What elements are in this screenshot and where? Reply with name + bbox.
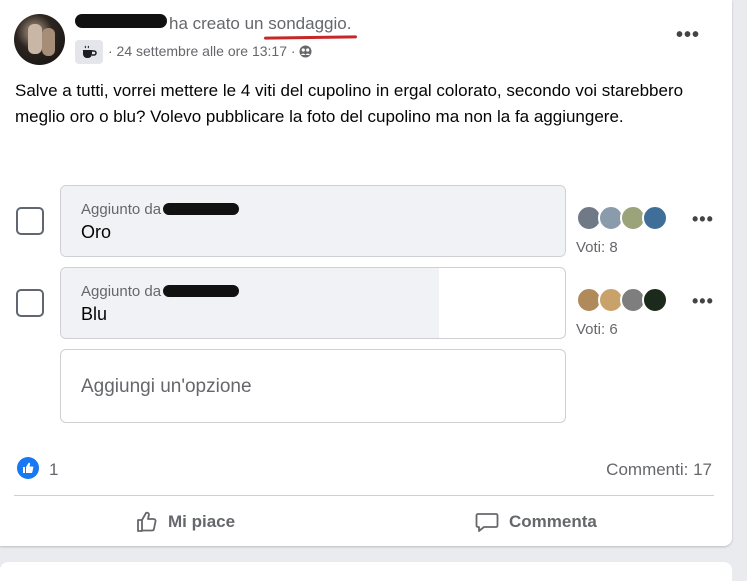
header-action-text: ha creato un: [169, 14, 269, 33]
thumbs-up-icon: [137, 511, 157, 532]
next-post-card: [0, 562, 732, 581]
author-avatar[interactable]: [14, 14, 65, 65]
added-by-text: Aggiunto da: [81, 201, 240, 218]
poll-option-oro[interactable]: Aggiunto da Oro: [60, 185, 566, 257]
voter-avatar[interactable]: [642, 205, 668, 231]
vote-count[interactable]: Voti: 6: [576, 321, 618, 338]
poll-option-label: Blu: [81, 304, 108, 324]
vote-share-fill: [61, 186, 565, 256]
option-more-icon[interactable]: •••: [692, 209, 714, 230]
like-button-label: Mi piace: [168, 512, 236, 531]
option-more-icon[interactable]: •••: [692, 291, 714, 312]
redacted-author-name: [163, 203, 240, 215]
poll-option-label: Oro: [81, 222, 112, 242]
post-meta: · 24 settembre alle ore 13:17 ·: [108, 43, 312, 59]
redacted-author-name: [163, 285, 240, 297]
coffee-cup-icon[interactable]: [75, 40, 103, 64]
redacted-author-name[interactable]: [75, 14, 167, 28]
poll-option-blu[interactable]: Aggiunto da Blu: [60, 267, 566, 339]
comment-button[interactable]: Commenta: [475, 508, 597, 536]
add-option-placeholder: Aggiungi un'opzione: [81, 376, 252, 397]
post-body-text: Salve a tutti, vorrei mettere le 4 viti …: [15, 81, 684, 126]
post-timestamp[interactable]: · 24 settembre alle ore 13:17 ·: [108, 43, 296, 59]
like-reaction-icon[interactable]: [17, 457, 39, 479]
vote-share-fill: [61, 268, 439, 338]
comments-count[interactable]: Commenti: 17: [606, 460, 712, 480]
comment-button-label: Commenta: [509, 512, 597, 531]
comment-bubble-icon: [475, 513, 499, 532]
vote-count[interactable]: Voti: 8: [576, 239, 618, 256]
voter-avatars[interactable]: [576, 205, 668, 231]
poll-option-checkbox[interactable]: [16, 207, 44, 235]
add-option-input[interactable]: Aggiungi un'opzione: [60, 349, 566, 423]
post-card: ha creato un sondaggio. · 24 settembre a…: [0, 0, 732, 546]
poll-option-checkbox[interactable]: [16, 289, 44, 317]
post-more-options-icon[interactable]: •••: [676, 24, 700, 47]
voter-avatar[interactable]: [642, 287, 668, 313]
divider: [14, 495, 714, 496]
like-button[interactable]: Mi piace: [136, 508, 235, 536]
added-by-text: Aggiunto da: [81, 283, 240, 300]
voter-avatars[interactable]: [576, 287, 668, 313]
group-privacy-icon[interactable]: [299, 43, 312, 59]
header-object-text: sondaggio.: [268, 14, 352, 33]
post-header: ha creato un sondaggio.: [75, 14, 351, 34]
reaction-count[interactable]: 1: [49, 460, 58, 480]
